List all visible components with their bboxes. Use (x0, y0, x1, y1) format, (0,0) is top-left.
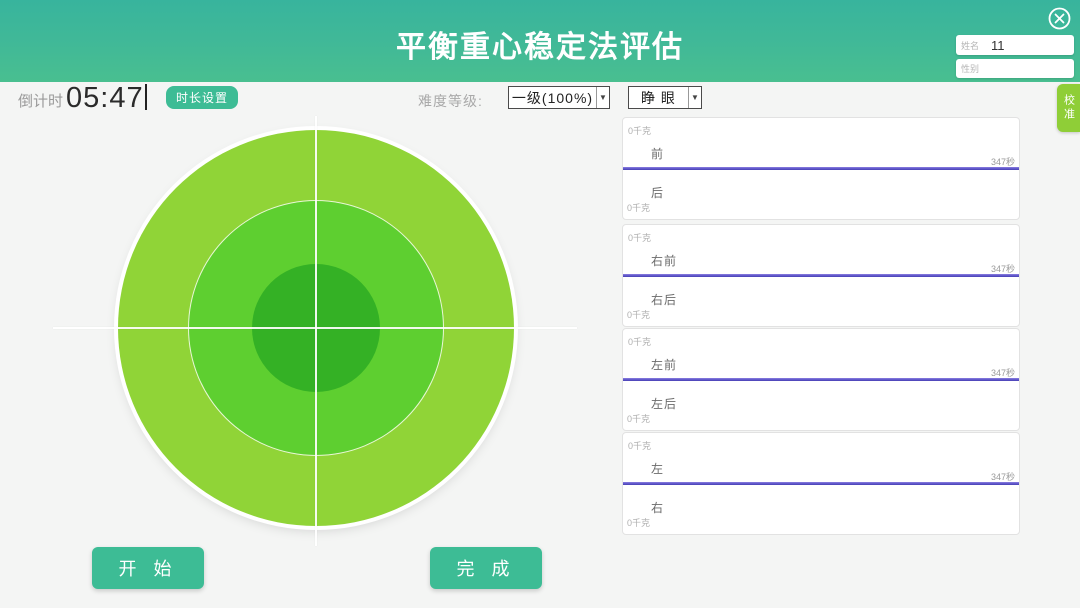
calibrate-button[interactable]: 校准 (1057, 84, 1080, 132)
name-field-label: 姓名 (961, 39, 979, 52)
start-button[interactable]: 开 始 (92, 547, 204, 589)
chevron-down-icon: ▼ (688, 87, 701, 108)
difficulty-selected-value: 一级(100%) (509, 88, 596, 108)
app-window: 平衡重心稳定法评估 姓名 11 性别 倒计时 05:47 时长设置 难度等级: … (0, 0, 1080, 608)
gender-field[interactable]: 性别 (956, 59, 1074, 78)
weight-panel-front-back: 0千克 前 347秒 后 0千克 (622, 117, 1020, 220)
countdown-time-text: 05:47 (66, 82, 144, 114)
duration-setting-button[interactable]: 时长设置 (166, 86, 238, 109)
weight-value-bottom: 0千克 (627, 308, 650, 321)
name-field[interactable]: 姓名 11 (956, 35, 1074, 55)
weight-value-top: 0千克 (628, 231, 651, 244)
weight-value-top: 0千克 (628, 124, 651, 137)
weight-baseline (623, 274, 1019, 277)
direction-label-bottom: 右后 (651, 291, 677, 308)
crosshair-vertical-line (315, 116, 317, 546)
eye-mode-dropdown[interactable]: 睁 眼 ▼ (628, 86, 702, 109)
weight-value-bottom: 0千克 (627, 412, 650, 425)
weight-baseline (623, 482, 1019, 485)
text-caret (145, 84, 147, 110)
direction-label-top: 左 (651, 460, 664, 477)
weight-value-bottom: 0千克 (627, 516, 650, 529)
countdown-time-input[interactable]: 05:47 (66, 80, 147, 115)
direction-label-bottom: 后 (651, 184, 664, 201)
weight-value-top: 0千克 (628, 439, 651, 452)
direction-label-top: 前 (651, 145, 664, 162)
weight-baseline (623, 378, 1019, 381)
chevron-down-icon: ▼ (596, 87, 609, 108)
direction-label-top: 左前 (651, 356, 677, 373)
weight-panel-leftfront-leftback: 0千克 左前 347秒 左后 0千克 (622, 328, 1020, 431)
weight-panel-left-right: 0千克 左 347秒 右 0千克 (622, 432, 1020, 535)
weight-panel-rightfront-rightback: 0千克 右前 347秒 右后 0千克 (622, 224, 1020, 327)
difficulty-dropdown[interactable]: 一级(100%) ▼ (508, 86, 610, 109)
difficulty-label: 难度等级: (418, 91, 483, 111)
weight-value-top: 0千克 (628, 335, 651, 348)
weight-baseline (623, 167, 1019, 170)
finish-button[interactable]: 完 成 (430, 547, 542, 589)
eye-mode-selected-value: 睁 眼 (629, 88, 688, 108)
close-icon[interactable] (1047, 6, 1072, 31)
gender-field-label: 性别 (961, 62, 979, 75)
weight-value-bottom: 0千克 (627, 201, 650, 214)
countdown-label: 倒计时 (18, 90, 63, 111)
direction-label-top: 右前 (651, 252, 677, 269)
page-title: 平衡重心稳定法评估 (0, 22, 1080, 66)
header-bar: 平衡重心稳定法评估 姓名 11 性别 (0, 0, 1080, 82)
direction-label-bottom: 左后 (651, 395, 677, 412)
name-field-value: 11 (991, 38, 1005, 53)
direction-label-bottom: 右 (651, 499, 664, 516)
